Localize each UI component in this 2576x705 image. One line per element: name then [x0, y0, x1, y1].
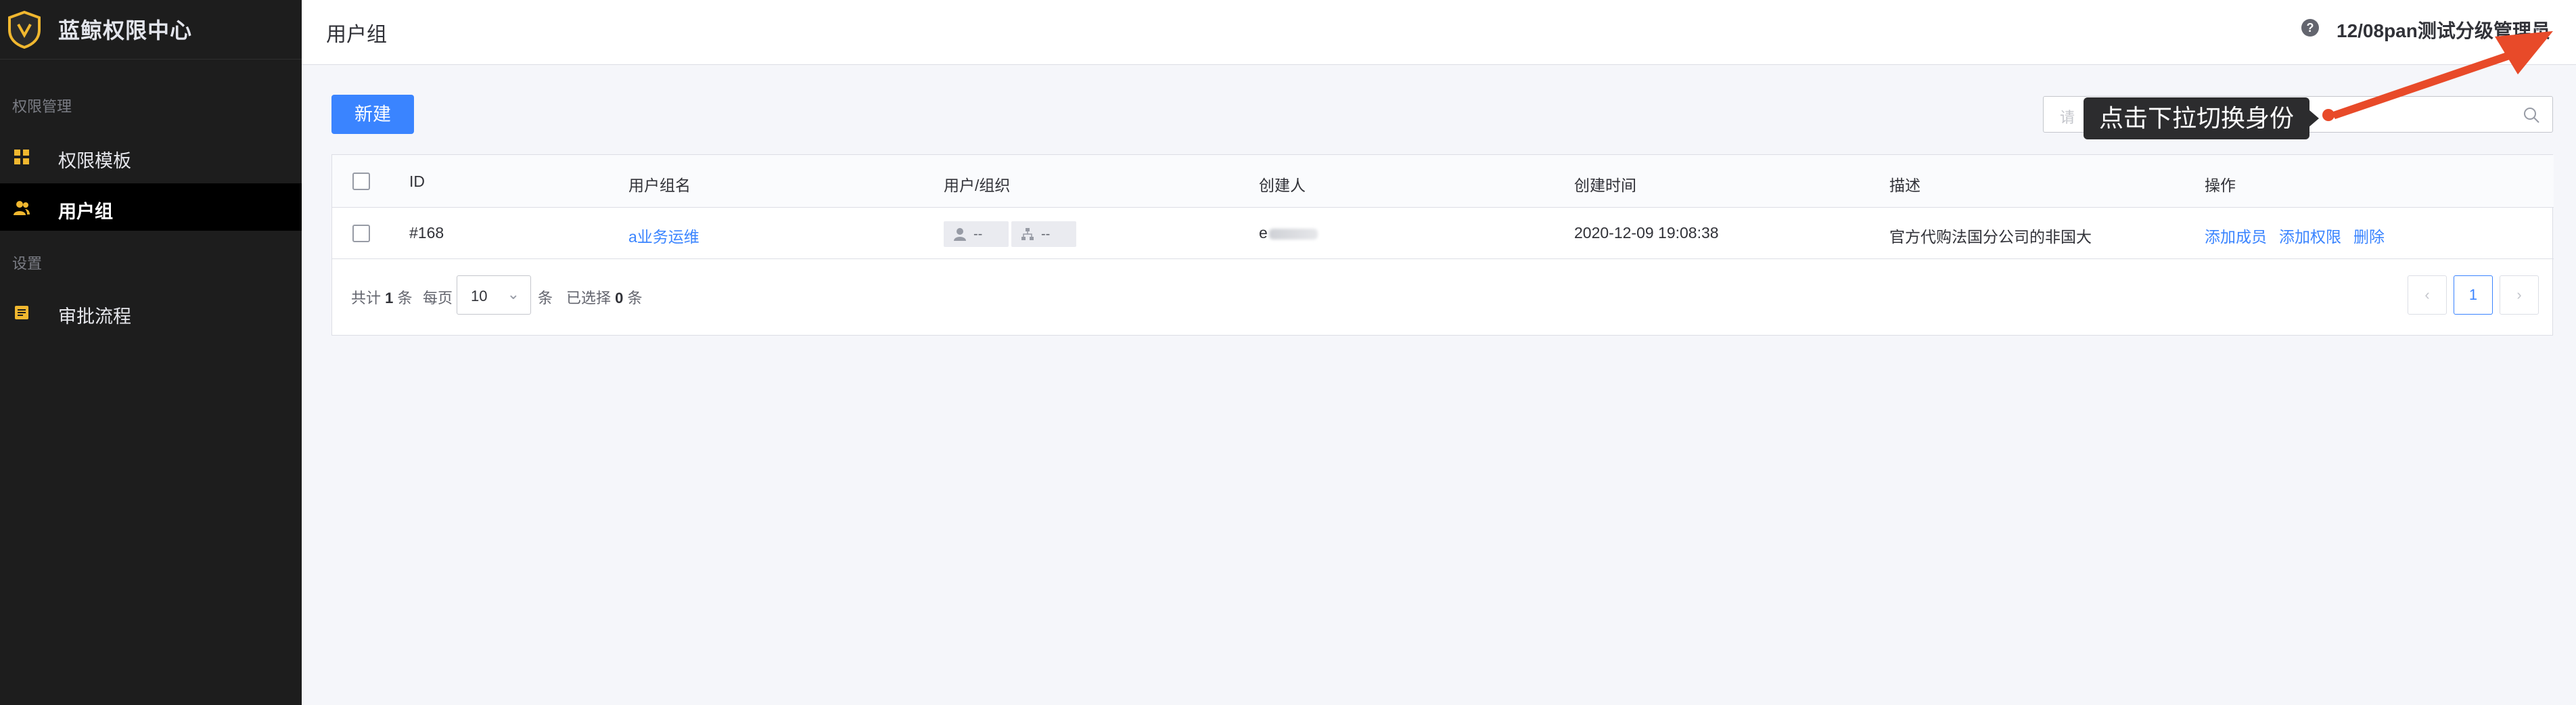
per-page-suffix: 条	[538, 290, 553, 306]
identity-switcher[interactable]: 12/08pan测试分级管理员	[2337, 16, 2550, 43]
add-member-button[interactable]: 添加成员	[2205, 224, 2267, 247]
table-header: ID 用户组名 用户/组织 创建人 创建时间 描述 操作	[332, 155, 2554, 208]
nav-group-permission: 权限管理	[12, 98, 72, 115]
shield-logo-icon	[8, 11, 41, 49]
pagination-bar: 共计 1 条 每页 10 ⌄ 条 已选择 0 条 ‹ 1 ›	[332, 259, 2554, 335]
select-all-checkbox[interactable]	[352, 173, 370, 190]
nav-group-settings: 设置	[12, 255, 43, 272]
user-count: --	[973, 227, 983, 242]
column-header-id: ID	[409, 173, 425, 190]
page-1-button[interactable]: 1	[2454, 275, 2493, 315]
prev-page-button[interactable]: ‹	[2408, 275, 2447, 315]
column-header-actions: 操作	[2205, 177, 2236, 194]
delete-button[interactable]: 删除	[2353, 224, 2385, 247]
selected-count: 已选择 0 条	[566, 290, 643, 306]
creator-name: e	[1259, 224, 1268, 242]
org-count: --	[1041, 227, 1051, 242]
description: 官方代购法国分公司的非国大	[1889, 228, 2092, 246]
creator: e	[1259, 224, 1318, 242]
row-checkbox[interactable]	[352, 225, 370, 242]
column-header-creator: 创建人	[1259, 177, 1306, 194]
column-header-created-at: 创建时间	[1574, 177, 1636, 194]
sidebar-item-permission-template[interactable]: 权限模板	[0, 133, 302, 180]
sidebar: 蓝鲸权限中心 权限管理 权限模板 用户组 设置 审批流程	[0, 0, 302, 705]
org-tree-icon	[1021, 228, 1034, 240]
column-header-name: 用户组名	[628, 177, 691, 194]
org-count-tag[interactable]: --	[1011, 221, 1076, 247]
created-at: 2020-12-09 19:08:38	[1574, 224, 1719, 242]
chevron-down-icon: ⌄	[507, 286, 520, 302]
redacted-mask	[1268, 228, 1318, 240]
sidebar-item-label: 审批流程	[58, 306, 131, 327]
new-button[interactable]: 新建	[331, 95, 414, 134]
search-icon[interactable]	[2523, 106, 2540, 124]
sidebar-item-label: 用户组	[58, 202, 113, 222]
user-group-table: ID 用户组名 用户/组织 创建人 创建时间 描述 操作 #168 a业务运维 …	[331, 154, 2554, 336]
add-permission-button[interactable]: 添加权限	[2279, 224, 2341, 247]
app-title: 蓝鲸权限中心	[58, 18, 193, 43]
search-placeholder: 请	[2060, 109, 2075, 126]
users-icon	[14, 201, 30, 215]
page-title: 用户组	[326, 24, 387, 46]
sidebar-item-user-group[interactable]: 用户组	[0, 183, 302, 231]
user-count-tag[interactable]: --	[944, 221, 1009, 247]
help-icon[interactable]: ?	[2301, 19, 2319, 37]
sidebar-item-label: 权限模板	[58, 151, 131, 171]
table-row: #168 a业务运维 -- -- e 2020-12-09 19:08:38 官…	[332, 208, 2554, 259]
page-size-value: 10	[471, 288, 488, 304]
next-page-button[interactable]: ›	[2500, 275, 2539, 315]
user-icon	[954, 228, 966, 241]
page-size-select[interactable]: 10 ⌄	[457, 275, 531, 315]
top-header: 用户组 ? 12/08pan测试分级管理员 ⌄	[302, 0, 2576, 65]
column-header-members: 用户/组织	[944, 177, 1011, 194]
sidebar-item-approval-flow[interactable]: 审批流程	[0, 288, 302, 336]
chevron-down-icon[interactable]: ⌄	[2531, 18, 2544, 35]
grid-icon	[14, 150, 29, 164]
annotation-tooltip: 点击下拉切换身份	[2084, 97, 2319, 139]
per-page-label: 每页	[423, 290, 453, 306]
group-name-link[interactable]: a业务运维	[628, 224, 699, 247]
column-header-description: 描述	[1889, 177, 1920, 194]
row-id: #168	[409, 224, 444, 242]
annotation-dot	[2322, 109, 2334, 121]
total-count: 共计 1 条	[351, 290, 413, 306]
brand[interactable]: 蓝鲸权限中心	[0, 0, 302, 60]
list-icon	[15, 306, 28, 319]
